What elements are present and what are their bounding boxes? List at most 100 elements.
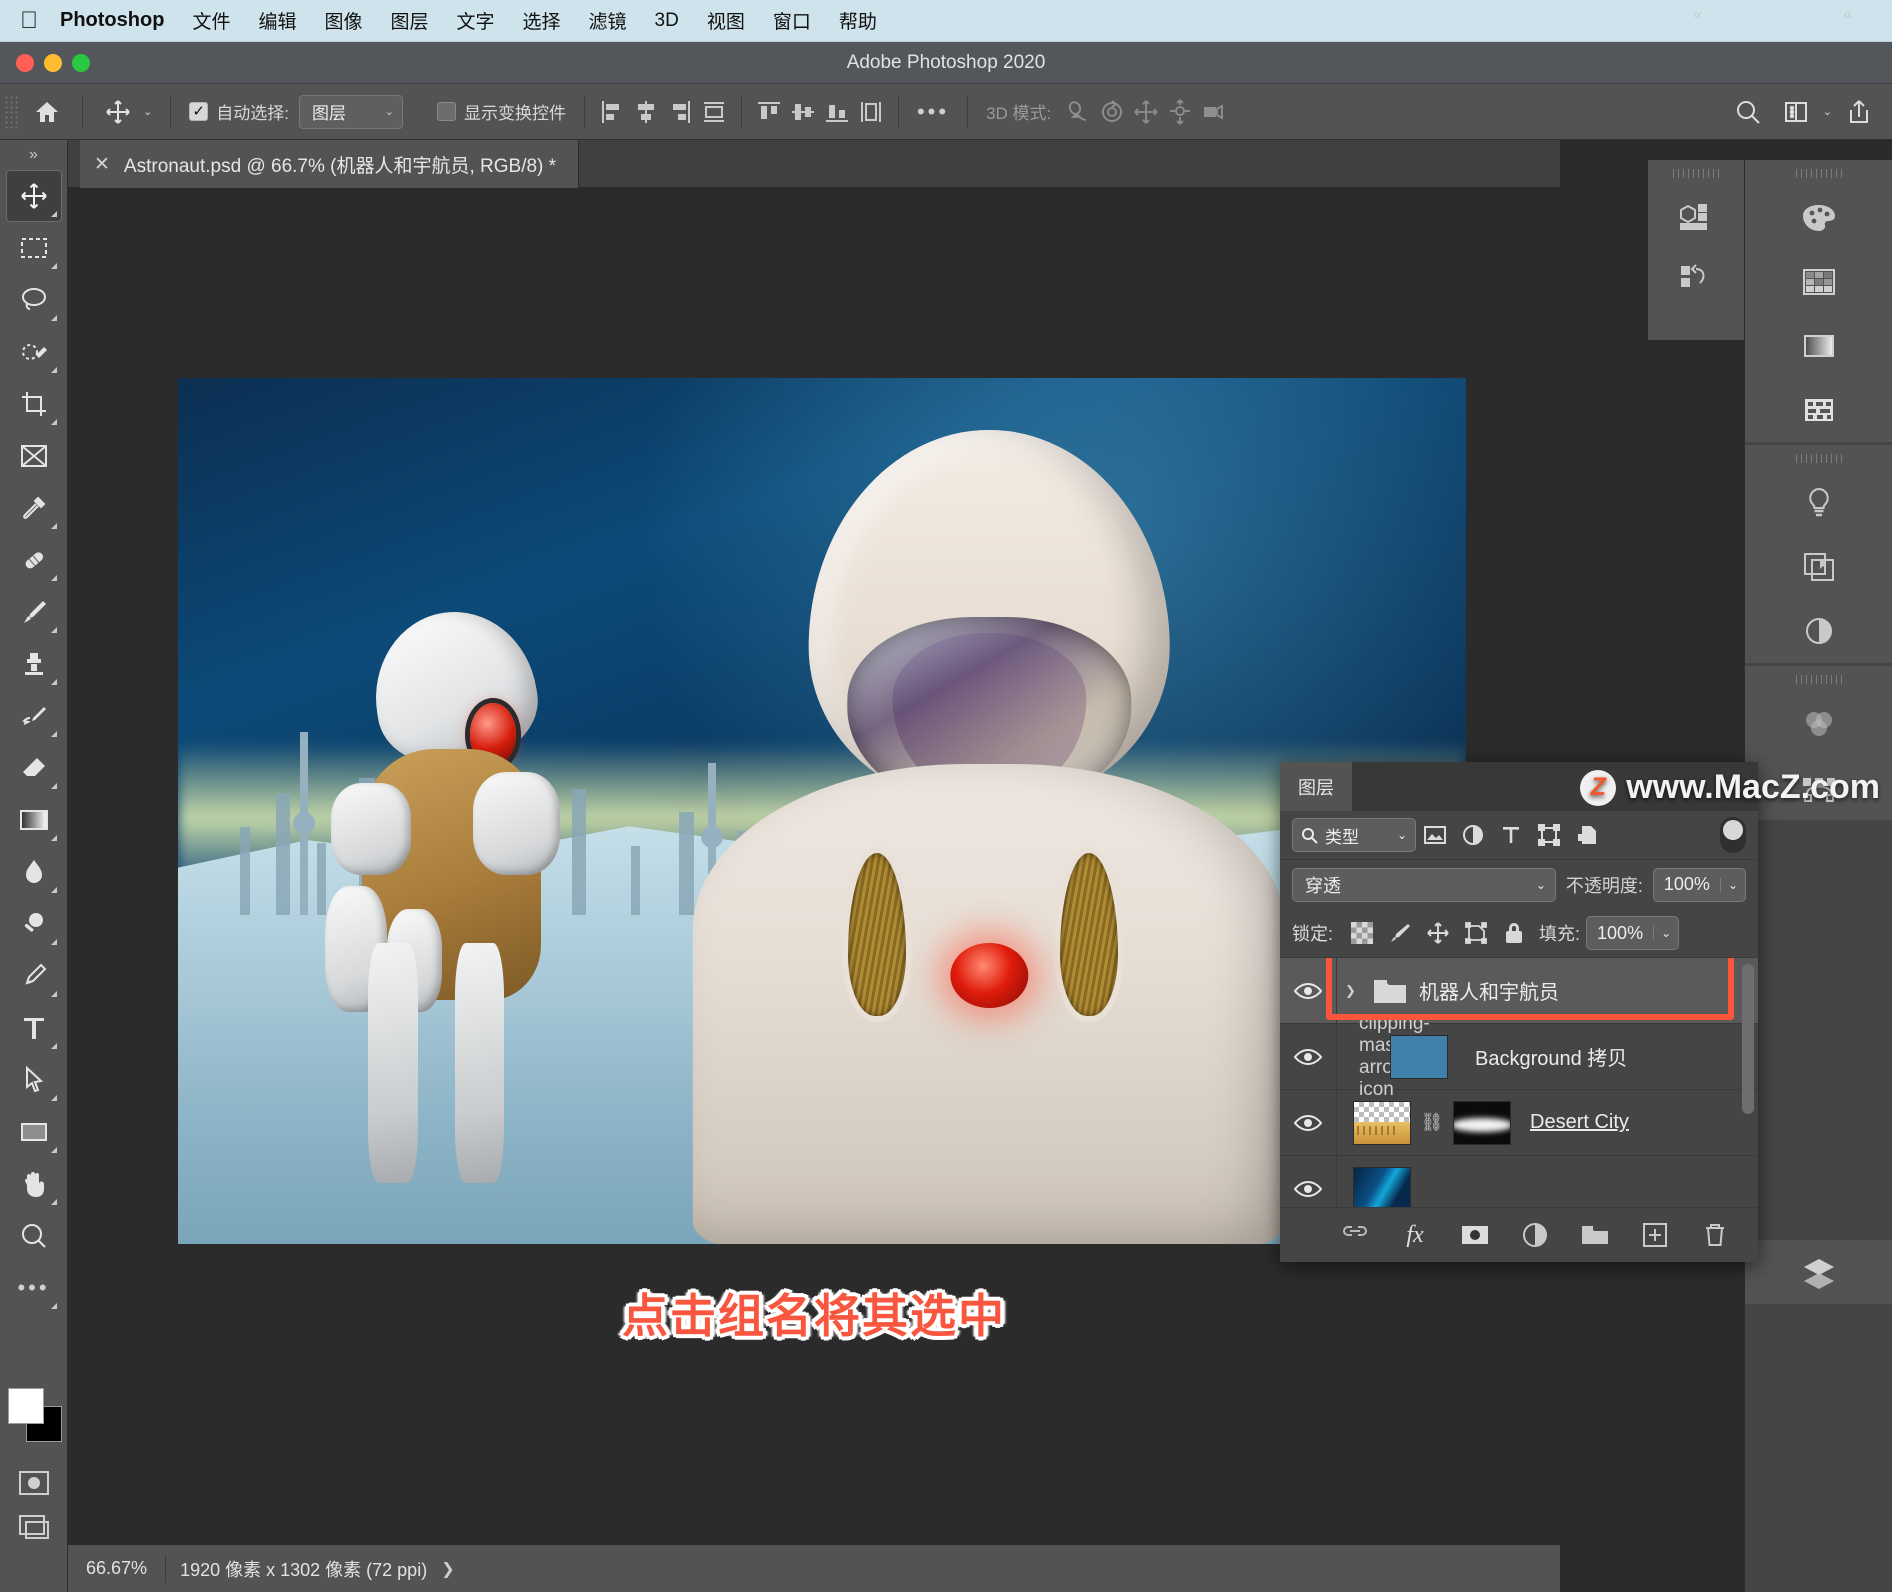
menu-item-type[interactable]: 文字	[443, 7, 509, 34]
screen-mode-toggle[interactable]	[12, 1510, 56, 1544]
eye-visible-icon[interactable]	[1280, 1179, 1336, 1199]
delete-layer-icon[interactable]	[1698, 1218, 1732, 1252]
adjustment-filter-icon[interactable]	[1454, 818, 1492, 852]
document-tab[interactable]: ✕ Astronaut.psd @ 66.7% (机器人和宇航员, RGB/8)…	[80, 140, 580, 188]
lock-artboard-nesting-icon[interactable]	[1457, 916, 1495, 950]
slide-3d-object-icon[interactable]	[1163, 95, 1197, 129]
layer-list[interactable]: ❯ 机器人和宇航员 clipping-mask-arrow-icon Backg…	[1280, 958, 1758, 1208]
panel-group-grip[interactable]	[1745, 445, 1892, 471]
search-icon[interactable]	[1731, 95, 1765, 129]
menu-item-filter[interactable]: 滤镜	[575, 7, 641, 34]
new-layer-icon[interactable]	[1638, 1218, 1672, 1252]
fill-field[interactable]: 100% ⌄	[1586, 916, 1680, 951]
tab-layers[interactable]: 图层	[1280, 762, 1352, 812]
frame-tool[interactable]	[6, 430, 62, 482]
chevron-down-icon[interactable]: ⌄	[143, 105, 152, 118]
auto-select-checkbox[interactable]: ✓	[189, 102, 209, 121]
lock-position-icon[interactable]	[1419, 916, 1457, 950]
eye-visible-icon[interactable]	[1280, 1113, 1336, 1133]
layer-thumbnail[interactable]	[1353, 1166, 1411, 1208]
3d-camera-icon[interactable]	[1197, 95, 1231, 129]
expand-chevrons-icon[interactable]: »	[0, 140, 67, 170]
zoom-level[interactable]: 66.67%	[68, 1558, 165, 1579]
path-selection-tool[interactable]	[6, 1054, 62, 1106]
collapse-dock-b-button[interactable]: «	[1843, 0, 1852, 30]
zoom-tool[interactable]	[6, 1210, 62, 1262]
layers-panel-icon[interactable]	[1745, 1240, 1892, 1304]
mask-link-icon[interactable]: ⛓	[1420, 1112, 1444, 1133]
color-panel-icon[interactable]	[1745, 186, 1892, 250]
type-tool[interactable]	[6, 1002, 62, 1054]
show-transform-checkbox[interactable]	[436, 102, 456, 121]
hand-tool[interactable]	[6, 1158, 62, 1210]
lasso-tool[interactable]	[6, 274, 62, 326]
lock-transparent-pixels-icon[interactable]	[1343, 916, 1381, 950]
align-top-edges-icon[interactable]	[752, 95, 786, 129]
layers-panel[interactable]: 图层 Z www.MacZ.com 类型 ⌄ 穿透 ⌄ 不透明度: 100% ⌄…	[1280, 762, 1880, 1262]
new-group-icon[interactable]	[1578, 1218, 1612, 1252]
auto-select-dropdown[interactable]: 图层 ⌄	[298, 94, 403, 129]
3d-panel-icon[interactable]	[1648, 186, 1744, 248]
channels-panel-icon[interactable]	[1745, 692, 1892, 756]
options-bar-grip[interactable]	[4, 94, 18, 129]
align-horizontal-centers-icon[interactable]	[629, 95, 663, 129]
menu-item-help[interactable]: 帮助	[825, 7, 891, 34]
workspace-switcher-icon[interactable]	[1779, 95, 1813, 129]
layer-name[interactable]: Desert City	[1530, 1111, 1629, 1134]
layers-scrollbar[interactable]	[1742, 964, 1754, 1115]
layer-thumbnail[interactable]	[1353, 1100, 1411, 1145]
auto-select-option[interactable]: ✓ 自动选择: 图层 ⌄	[181, 84, 411, 139]
current-tool-button[interactable]: ⌄	[93, 84, 160, 139]
add-layer-mask-icon[interactable]	[1458, 1218, 1492, 1252]
brush-tool[interactable]	[6, 586, 62, 638]
menu-item-3d[interactable]: 3D	[641, 10, 693, 32]
apple-logo-icon[interactable]: 	[20, 8, 38, 33]
menu-item-image[interactable]: 图像	[310, 7, 376, 34]
shape-filter-icon[interactable]	[1530, 818, 1568, 852]
menu-item-file[interactable]: 文件	[178, 7, 244, 34]
menu-item-view[interactable]: 视图	[693, 7, 759, 34]
color-swatches[interactable]	[8, 1388, 62, 1442]
opacity-field[interactable]: 100% ⌄	[1652, 867, 1746, 902]
healing-brush-tool[interactable]	[6, 534, 62, 586]
align-left-edges-icon[interactable]	[595, 95, 629, 129]
link-layers-icon[interactable]	[1338, 1218, 1372, 1252]
patterns-panel-icon[interactable]	[1745, 378, 1892, 442]
collapse-dock-a-button[interactable]: «	[1693, 0, 1702, 30]
minimize-window-button[interactable]	[44, 54, 62, 72]
menu-item-edit[interactable]: 编辑	[244, 7, 310, 34]
filter-type-dropdown[interactable]: 类型 ⌄	[1292, 818, 1416, 853]
document-canvas[interactable]	[178, 378, 1466, 1244]
panel-group-grip[interactable]	[1745, 666, 1892, 692]
maximize-window-button[interactable]	[72, 54, 90, 72]
panel-group-grip[interactable]	[1745, 160, 1892, 186]
blend-mode-dropdown[interactable]: 穿透 ⌄	[1292, 867, 1556, 902]
pan-3d-object-icon[interactable]	[1129, 95, 1163, 129]
menu-item-select[interactable]: 选择	[509, 7, 575, 34]
quick-selection-tool[interactable]	[6, 326, 62, 378]
share-icon[interactable]	[1842, 95, 1876, 129]
menu-item-layer[interactable]: 图层	[376, 7, 442, 34]
close-window-button[interactable]	[16, 54, 34, 72]
eyedropper-tool[interactable]	[6, 482, 62, 534]
rotate-3d-object-icon[interactable]	[1061, 95, 1095, 129]
blur-tool[interactable]	[6, 846, 62, 898]
pixel-filter-icon[interactable]	[1416, 818, 1454, 852]
layer-mask-thumbnail[interactable]	[1453, 1100, 1511, 1145]
gradient-tool[interactable]	[6, 794, 62, 846]
distribute-horizontal-icon[interactable]	[697, 95, 731, 129]
libraries-panel-icon[interactable]	[1745, 535, 1892, 599]
table-row[interactable]	[1280, 1155, 1758, 1208]
distribute-vertical-icon[interactable]	[854, 95, 888, 129]
gradients-panel-icon[interactable]	[1745, 314, 1892, 378]
eye-visible-icon[interactable]	[1280, 981, 1336, 1001]
type-filter-icon[interactable]	[1492, 818, 1530, 852]
align-bottom-edges-icon[interactable]	[820, 95, 854, 129]
lock-image-pixels-icon[interactable]	[1381, 916, 1419, 950]
expand-group-icon[interactable]: ❯	[1345, 983, 1361, 999]
home-button[interactable]	[22, 84, 72, 139]
pen-tool[interactable]	[6, 950, 62, 1002]
move-tool[interactable]	[5, 170, 62, 222]
history-brush-tool[interactable]	[6, 690, 62, 742]
eraser-tool[interactable]	[6, 742, 62, 794]
